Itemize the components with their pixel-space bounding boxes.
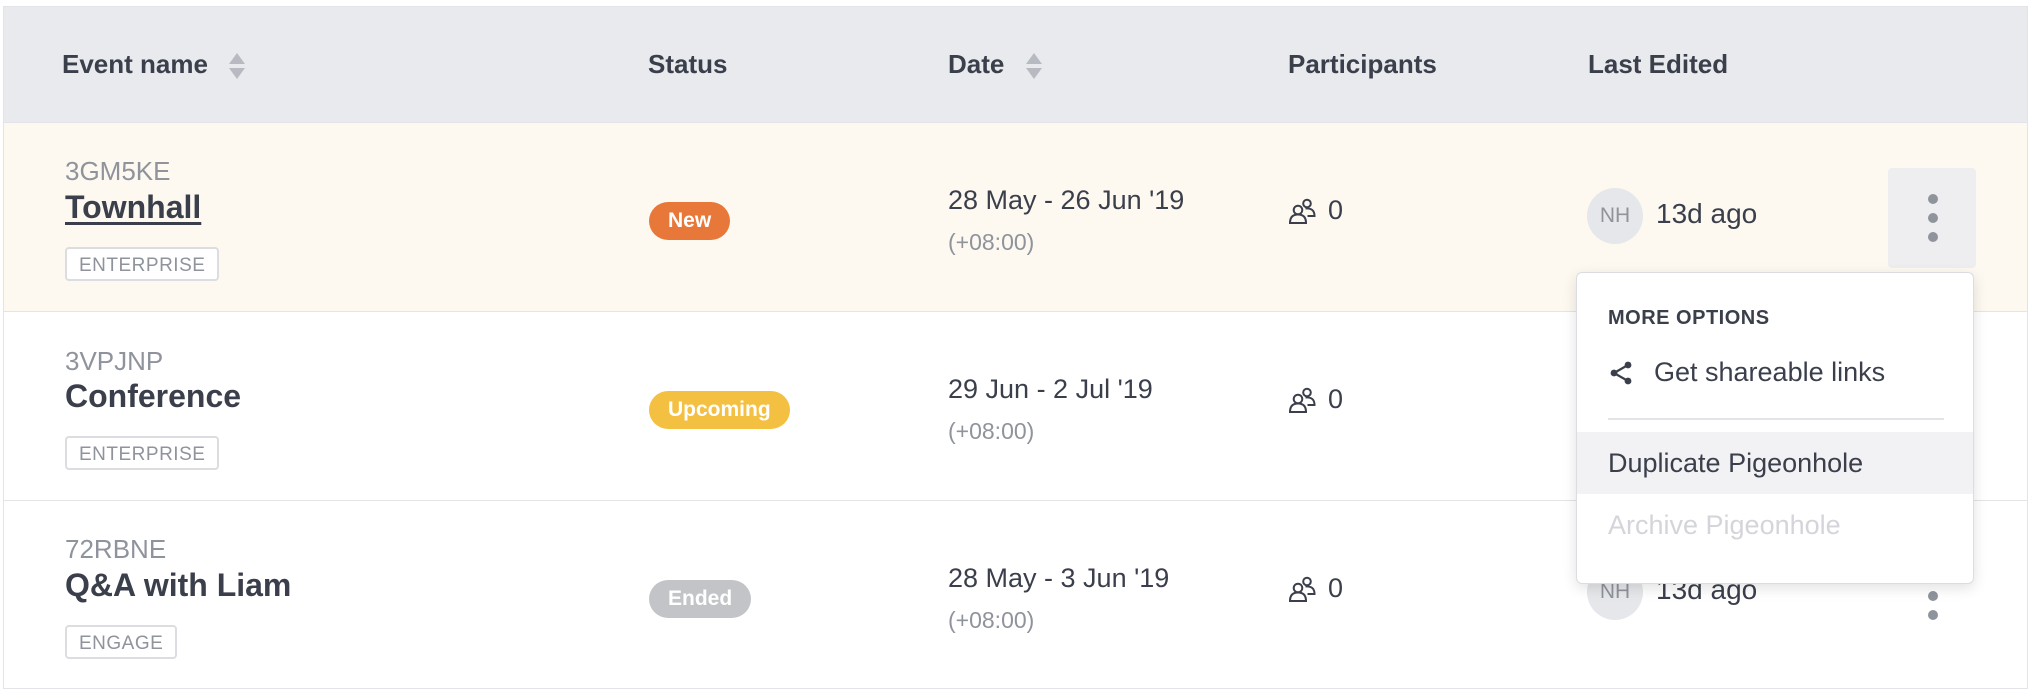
event-code: 3VPJNP: [65, 346, 164, 376]
event-name-link[interactable]: Conference: [65, 378, 241, 415]
sort-arrows-icon[interactable]: [229, 53, 246, 80]
column-header-status: Status: [648, 7, 727, 122]
event-date: 29 Jun - 2 Jul '19: [948, 374, 1153, 404]
column-header-date[interactable]: Date: [948, 7, 1042, 122]
sort-arrows-icon[interactable]: [1025, 53, 1042, 80]
status-badge: Upcoming: [649, 391, 790, 429]
event-timezone: (+08:00): [948, 607, 1035, 633]
users-icon: [1288, 387, 1316, 413]
column-header-label: Event name: [62, 49, 208, 79]
column-header-label: Last Edited: [1588, 49, 1729, 79]
participants-value: 0: [1328, 384, 1344, 414]
participants-count: 0: [1288, 573, 1343, 604]
event-name-link[interactable]: Townhall: [65, 189, 201, 226]
menu-header: MORE OPTIONS: [1608, 307, 1770, 329]
column-header-event-name[interactable]: Event name: [62, 7, 246, 122]
column-header-label: Status: [648, 49, 728, 79]
event-date: 28 May - 3 Jun '19: [948, 563, 1170, 593]
duplicate-pigeonhole-item[interactable]: Duplicate Pigeonhole: [1577, 432, 1973, 494]
status-badge: New: [649, 202, 731, 240]
users-icon: [1288, 576, 1316, 602]
share-icon: [1610, 361, 1632, 384]
column-header-last-edited: Last Edited: [1588, 7, 1728, 122]
column-header-participants: Participants: [1288, 7, 1437, 122]
event-code: 3GM5KE: [65, 156, 171, 186]
participants-value: 0: [1328, 195, 1344, 225]
archive-pigeonhole-item: Archive Pigeonhole: [1608, 510, 1841, 540]
menu-item-label: Get shareable links: [1654, 357, 1886, 387]
participants-count: 0: [1288, 384, 1343, 415]
kebab-menu-icon[interactable]: [1888, 168, 1976, 268]
avatar: NH: [1587, 188, 1643, 244]
event-name-link[interactable]: Q&A with Liam: [65, 567, 291, 604]
column-header-label: Date: [948, 49, 1005, 79]
plan-tag: ENTERPRISE: [65, 247, 220, 281]
participants-count: 0: [1288, 195, 1343, 226]
event-code: 72RBNE: [65, 534, 167, 564]
last-edited-time: 13d ago: [1656, 198, 1758, 229]
more-options-menu: MORE OPTIONS Get shareable links Duplica…: [1576, 272, 1974, 584]
table-header: Event name Status Date Participants Last…: [4, 7, 2027, 122]
menu-divider: [1608, 418, 1944, 420]
column-header-label: Participants: [1288, 49, 1437, 79]
get-shareable-links-item[interactable]: Get shareable links: [1608, 357, 1885, 388]
plan-tag: ENTERPRISE: [65, 436, 220, 470]
event-timezone: (+08:00): [948, 229, 1035, 255]
event-date: 28 May - 26 Jun '19: [948, 185, 1185, 215]
participants-value: 0: [1328, 573, 1344, 603]
status-badge: Ended: [649, 580, 752, 618]
plan-tag: ENGAGE: [65, 625, 178, 659]
event-timezone: (+08:00): [948, 418, 1035, 444]
users-icon: [1288, 198, 1316, 224]
